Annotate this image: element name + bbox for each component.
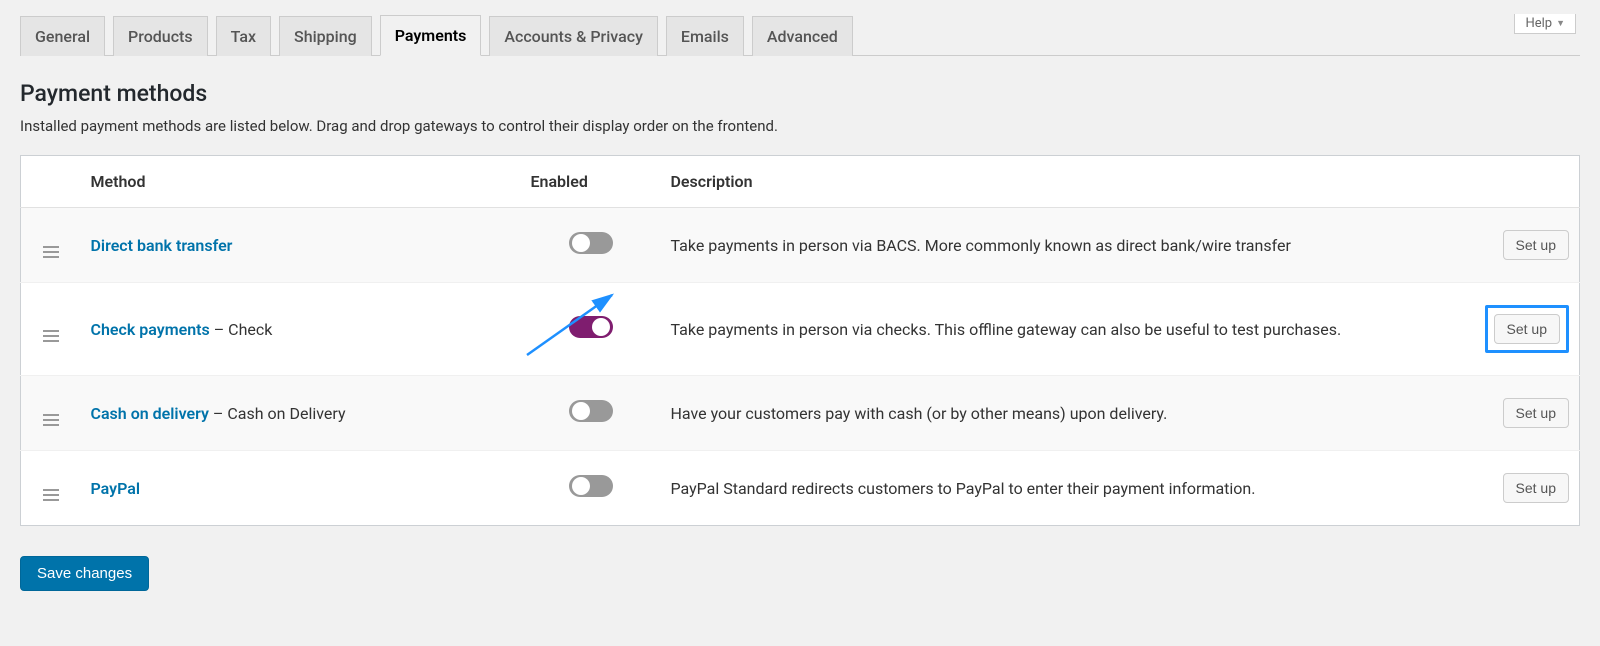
drag-handle-icon[interactable]: [43, 489, 59, 501]
payment-method-description: Have your customers pay with cash (or by…: [661, 376, 1440, 451]
save-changes-button[interactable]: Save changes: [20, 556, 149, 591]
drag-handle-icon[interactable]: [43, 414, 59, 426]
col-sort-header: [21, 156, 81, 208]
help-label: Help: [1525, 16, 1552, 31]
table-row: Check payments – Check Take payments in p…: [21, 283, 1580, 376]
help-dropdown[interactable]: Help ▼: [1514, 14, 1576, 34]
payment-method-link[interactable]: Direct bank transfer: [91, 236, 233, 255]
table-row: PayPal PayPal Standard redirects customer…: [21, 451, 1580, 526]
tab-emails[interactable]: Emails: [666, 16, 744, 56]
highlight-box: Set up: [1485, 305, 1569, 353]
settings-tabs: GeneralProductsTaxShippingPaymentsAccoun…: [20, 14, 1580, 56]
tab-advanced[interactable]: Advanced: [752, 16, 853, 56]
chevron-down-icon: ▼: [1556, 18, 1565, 29]
payment-method-description: Take payments in person via BACS. More c…: [661, 208, 1440, 283]
tab-accounts-privacy[interactable]: Accounts & Privacy: [489, 16, 658, 56]
enabled-toggle[interactable]: [569, 232, 613, 254]
col-description-header: Description: [661, 156, 1440, 208]
payment-methods-table: Method Enabled Description Direct bank t…: [20, 155, 1580, 526]
setup-button[interactable]: Set up: [1503, 398, 1569, 428]
payment-method-link[interactable]: PayPal: [91, 479, 141, 498]
setup-button[interactable]: Set up: [1503, 473, 1569, 503]
tab-shipping[interactable]: Shipping: [279, 16, 372, 56]
tab-payments[interactable]: Payments: [380, 15, 482, 56]
col-action-header: [1440, 156, 1580, 208]
page-title: Payment methods: [20, 80, 1580, 107]
setup-button[interactable]: Set up: [1494, 314, 1560, 344]
payment-method-description: PayPal Standard redirects customers to P…: [661, 451, 1440, 526]
page-description: Installed payment methods are listed bel…: [20, 117, 1580, 135]
tab-products[interactable]: Products: [113, 16, 208, 56]
tab-tax[interactable]: Tax: [216, 16, 271, 56]
col-enabled-header: Enabled: [521, 156, 661, 208]
drag-handle-icon[interactable]: [43, 330, 59, 342]
payment-method-suffix: – Check: [210, 320, 273, 339]
payment-method-description: Take payments in person via checks. This…: [661, 283, 1440, 376]
col-method-header: Method: [81, 156, 521, 208]
enabled-toggle[interactable]: [569, 316, 613, 338]
payment-method-link[interactable]: Check payments: [91, 320, 210, 339]
table-row: Cash on delivery – Cash on Delivery Have …: [21, 376, 1580, 451]
tab-general[interactable]: General: [20, 16, 105, 56]
payment-method-suffix: – Cash on Delivery: [209, 404, 346, 423]
enabled-toggle[interactable]: [569, 400, 613, 422]
enabled-toggle[interactable]: [569, 475, 613, 497]
setup-button[interactable]: Set up: [1503, 230, 1569, 260]
table-row: Direct bank transfer Take payments in per…: [21, 208, 1580, 283]
payment-method-link[interactable]: Cash on delivery: [91, 404, 209, 423]
drag-handle-icon[interactable]: [43, 246, 59, 258]
